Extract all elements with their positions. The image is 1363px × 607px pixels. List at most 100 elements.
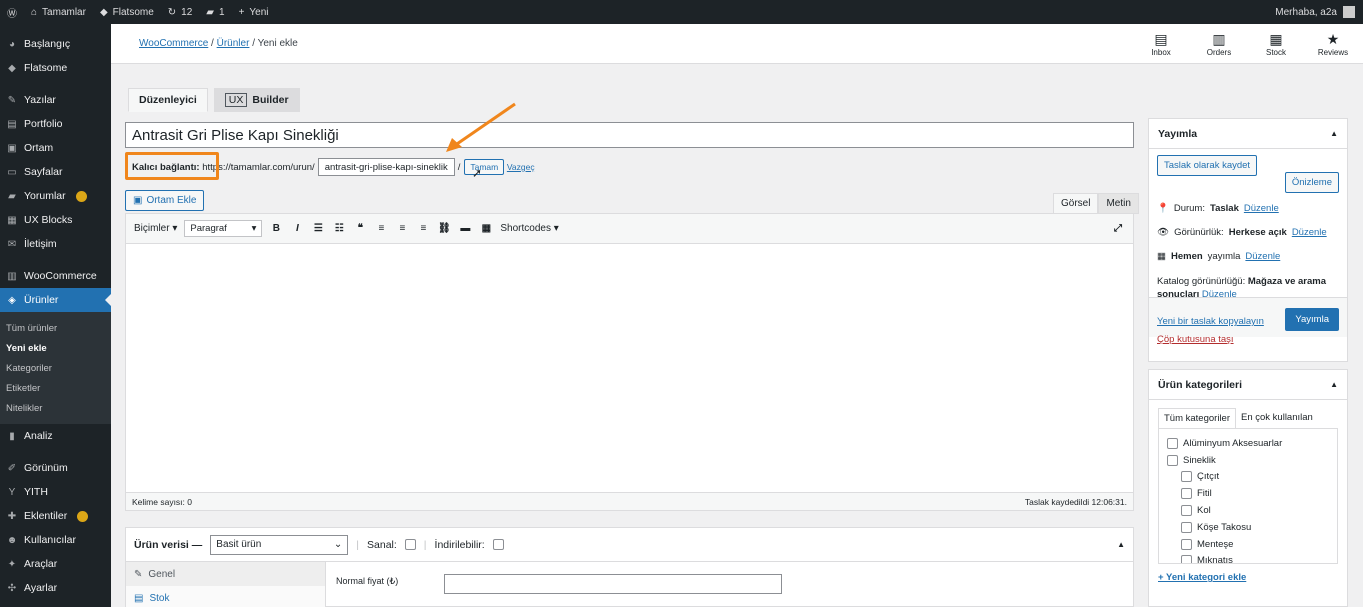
permalink-ok-button[interactable]: Tamam	[464, 159, 505, 175]
downloadable-checkbox[interactable]	[492, 539, 504, 550]
read-more-icon[interactable]: ▬	[458, 223, 472, 234]
link-icon[interactable]: ⛓	[437, 223, 451, 234]
menu-portfolio[interactable]: ▤ Portfolio	[0, 112, 111, 136]
tab-stok[interactable]: ▤ Stok	[126, 586, 325, 607]
align-right-icon[interactable]: ≡	[416, 223, 430, 234]
permalink-cancel-link[interactable]: Vazgeç	[507, 162, 535, 172]
menu-woocommerce[interactable]: ▥ WooCommerce	[0, 264, 111, 288]
categories-header[interactable]: Ürün kategorileri ▲	[1149, 370, 1347, 400]
tab-duzenleyici[interactable]: Düzenleyici	[128, 88, 208, 112]
menu-yith[interactable]: Y YITH	[0, 480, 111, 504]
category-item[interactable]: Sineklik	[1167, 452, 1329, 469]
shortcodes-dropdown[interactable]: Shortcodes ▾	[500, 223, 558, 234]
menu-ayarlar[interactable]: ✣ Ayarlar	[0, 576, 111, 600]
comments-link[interactable]: ▰ 1	[199, 0, 231, 24]
menu-flatsome[interactable]: ◆ Flatsome	[0, 56, 111, 80]
category-item[interactable]: Menteşe	[1167, 536, 1329, 553]
account-menu[interactable]: Merhaba, a2a	[1275, 6, 1363, 18]
category-item[interactable]: Kol	[1167, 502, 1329, 519]
menu-iletisim[interactable]: ✉ İletişim	[0, 232, 111, 256]
stock-button[interactable]: ▦ Stock	[1256, 30, 1296, 57]
save-draft-button[interactable]: Taslak olarak kaydet	[1157, 155, 1258, 176]
category-checkbox[interactable]	[1181, 488, 1192, 500]
category-item[interactable]: Mıknatıs	[1167, 553, 1329, 563]
category-item[interactable]: Çıtçıt	[1167, 469, 1329, 486]
fullscreen-icon[interactable]: ⤢	[1111, 223, 1125, 234]
category-checkbox[interactable]	[1181, 471, 1192, 483]
menu-ortam[interactable]: ▣ Ortam	[0, 136, 111, 160]
add-category-link[interactable]: + Yeni kategori ekle	[1158, 572, 1338, 583]
visibility-row: 👁 Görünürlük: Herkese açık Düzenle	[1157, 227, 1327, 238]
status-edit-link[interactable]: Düzenle	[1244, 203, 1279, 214]
submenu-yeni-ekle[interactable]: Yeni ekle	[0, 338, 111, 358]
toolbar-toggle-icon[interactable]: ▦	[479, 223, 493, 234]
menu-yorumlar[interactable]: ▰ Yorumlar	[0, 184, 111, 208]
align-left-icon[interactable]: ≡	[374, 223, 388, 234]
menu-yazilar[interactable]: ✎ Yazılar	[0, 88, 111, 112]
category-checkbox[interactable]	[1167, 437, 1178, 449]
product-title-input[interactable]: Antrasit Gri Plise Kapı Sinekliği	[125, 122, 1134, 148]
tab-popular-categories[interactable]: En çok kullanılan	[1236, 408, 1318, 428]
category-item[interactable]: Köşe Takosu	[1167, 519, 1329, 536]
category-checkbox[interactable]	[1181, 555, 1192, 563]
publish-header[interactable]: Yayımla ▲	[1149, 119, 1347, 149]
permalink-slug-input[interactable]: antrasit-gri-plise-kapı-sineklik	[317, 158, 455, 176]
formats-dropdown[interactable]: Biçimler ▾	[134, 223, 177, 234]
menu-ux-blocks[interactable]: ▦ UX Blocks	[0, 208, 111, 232]
breadcrumb-urunler[interactable]: Ürünler	[217, 38, 250, 49]
submenu-nitelikler[interactable]: Nitelikler	[0, 398, 111, 418]
menu-baslangic[interactable]: ◕ Başlangıç	[0, 32, 111, 56]
paragraph-select[interactable]: Paragraf ▾	[184, 220, 263, 237]
menu-eklentiler[interactable]: ✚ Eklentiler	[0, 504, 111, 528]
collapse-icon[interactable]: ▲	[1117, 540, 1125, 549]
copy-draft-link[interactable]: Yeni bir taslak kopyalayın	[1157, 316, 1264, 327]
menu-kullanicilar[interactable]: ☻ Kullanıcılar	[0, 528, 111, 552]
category-checkbox[interactable]	[1167, 454, 1178, 466]
blockquote-icon[interactable]: ❝	[353, 223, 367, 234]
virtual-checkbox[interactable]	[404, 539, 416, 550]
publish-button[interactable]: Yayımla	[1285, 308, 1339, 331]
tab-genel[interactable]: ✎ Genel	[126, 562, 325, 586]
menu-analiz[interactable]: ▮ Analiz	[0, 424, 111, 448]
trash-link[interactable]: Çöp kutusuna taşı	[1157, 334, 1234, 345]
preview-button[interactable]: Önizleme	[1284, 172, 1339, 193]
new-content[interactable]: + Yeni	[232, 0, 276, 24]
theme-link[interactable]: ◆ Flatsome	[93, 0, 161, 24]
submenu-kategoriler[interactable]: Kategoriler	[0, 358, 111, 378]
woocommerce-header: WooCommerce / Ürünler / Yeni ekle ▤ Inbox…	[111, 24, 1363, 64]
category-item[interactable]: Alüminyum Aksesuarlar	[1167, 435, 1329, 452]
visibility-edit-link[interactable]: Düzenle	[1292, 227, 1327, 238]
menu-araclar[interactable]: ✦ Araçlar	[0, 552, 111, 576]
tab-text[interactable]: Metin	[1098, 193, 1139, 214]
updates-link[interactable]: ↻ 12	[161, 0, 200, 24]
orders-button[interactable]: ▥ Orders	[1199, 30, 1239, 57]
menu-gorunum[interactable]: ✐ Görünüm	[0, 456, 111, 480]
category-checkbox[interactable]	[1181, 505, 1192, 517]
editor-content-area[interactable]	[126, 244, 1133, 492]
product-type-select[interactable]: Basit ürün ⌄	[210, 534, 349, 555]
regular-price-input[interactable]	[444, 574, 782, 594]
inbox-button[interactable]: ▤ Inbox	[1141, 30, 1181, 57]
menu-urunler[interactable]: ◈ Ürünler	[0, 288, 111, 312]
italic-icon[interactable]: I	[290, 223, 304, 234]
tab-all-categories[interactable]: Tüm kategoriler	[1158, 408, 1236, 428]
submenu-etiketler[interactable]: Etiketler	[0, 378, 111, 398]
tab-visual[interactable]: Görsel	[1053, 193, 1099, 214]
site-name[interactable]: ⌂ Tamamlar	[24, 0, 93, 24]
tab-ux-builder[interactable]: UX Builder	[213, 88, 300, 112]
breadcrumb-woocommerce[interactable]: WooCommerce	[139, 38, 208, 49]
menu-sayfalar[interactable]: ▭ Sayfalar	[0, 160, 111, 184]
bullet-list-icon[interactable]: ☰	[311, 223, 325, 234]
add-media-button[interactable]: ▣ Ortam Ekle	[125, 190, 205, 211]
category-checkbox[interactable]	[1181, 521, 1192, 533]
align-center-icon[interactable]: ≡	[395, 223, 409, 234]
category-item[interactable]: Fitil	[1167, 485, 1329, 502]
wp-logo[interactable]: Ⓦ	[0, 0, 24, 24]
reviews-button[interactable]: ★ Reviews	[1313, 30, 1353, 57]
bold-icon[interactable]: B	[269, 223, 283, 234]
category-checkbox[interactable]	[1181, 538, 1192, 550]
submenu-tum-urunler[interactable]: Tüm ürünler	[0, 318, 111, 338]
appearance-icon: ✐	[7, 462, 17, 474]
numbered-list-icon[interactable]: ☷	[332, 223, 346, 234]
schedule-edit-link[interactable]: Düzenle	[1245, 251, 1280, 262]
